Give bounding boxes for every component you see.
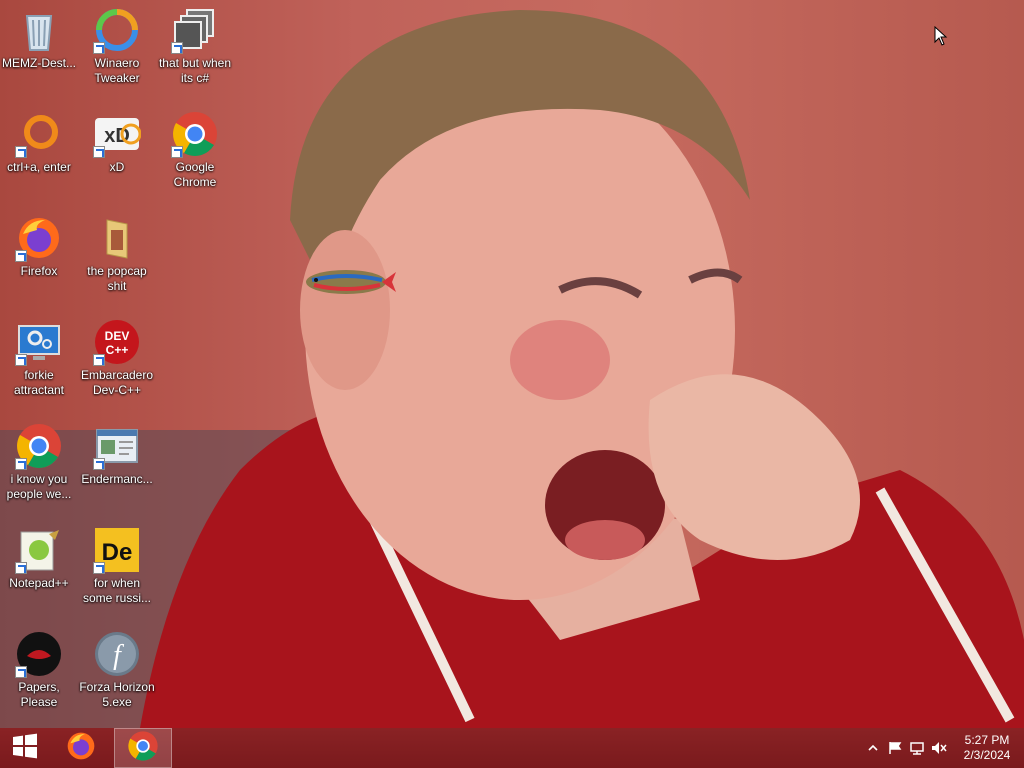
desktop-icon-label: MEMZ-Dest... (2, 56, 76, 70)
desktop-icon-label: forkie attractant (13, 368, 65, 397)
shortcut-arrow-icon (93, 42, 105, 54)
desktop-icon-label: i know you people we... (6, 472, 72, 501)
flag-icon[interactable] (884, 728, 906, 768)
desktop-icon-ctrl-a-enter[interactable]: ctrl+a, enter (0, 104, 78, 175)
recycle-bin-icon (15, 6, 63, 54)
desktop-icon-label: Endermanc... (81, 472, 153, 486)
svg-text:De: De (102, 539, 133, 566)
shortcut-arrow-icon (171, 146, 183, 158)
desktop-icon-label: Winaero Tweaker (94, 56, 140, 85)
desktop-icon-popcap[interactable]: the popcap shit (78, 208, 156, 294)
shortcut-arrow-icon (15, 666, 27, 678)
devcpp-icon: DEV C++ (93, 318, 141, 366)
desktop-icon-forkie-attractant[interactable]: forkie attractant (0, 312, 78, 398)
shortcut-arrow-icon (15, 354, 27, 366)
shortcut-arrow-icon (93, 458, 105, 470)
desktop-icon-i-know-you-people[interactable]: i know you people we... (0, 416, 78, 502)
desktop-icon-label: xD (109, 160, 125, 174)
chrome-icon (127, 730, 159, 767)
notepadpp-icon (15, 526, 63, 574)
desktop-icon-label: the popcap shit (87, 264, 147, 293)
shortcut-arrow-icon (15, 458, 27, 470)
taskbar: 5:27 PM 2/3/2024 (0, 728, 1024, 768)
mouse-cursor-icon (934, 25, 948, 51)
shortcut-arrow-icon (93, 146, 105, 158)
start-button[interactable] (0, 728, 50, 768)
shortcut-arrow-icon (15, 146, 27, 158)
chrome-icon (171, 110, 219, 158)
chevron-up-icon[interactable] (862, 728, 884, 768)
clock-date: 2/3/2024 (963, 748, 1011, 762)
desktop-icon-label: Notepad++ (9, 576, 69, 590)
svg-text:DEV: DEV (105, 329, 130, 343)
desktop-icon-label: Embarcadero Dev-C++ (80, 368, 154, 397)
desktop-icon-label: Forza Horizon 5.exe (79, 680, 155, 709)
network-icon[interactable] (906, 728, 928, 768)
system-tray: 5:27 PM 2/3/2024 (862, 728, 1024, 768)
desktop-icon-forza-horizon[interactable]: f Forza Horizon 5.exe (78, 624, 156, 710)
folder-icon (93, 214, 141, 262)
desktop-icon-memz[interactable]: MEMZ-Dest... (0, 0, 78, 71)
desktop-icon-endermanch[interactable]: Endermanc... (78, 416, 156, 487)
desktop-icon-google-chrome[interactable]: Google Chrome (156, 104, 234, 190)
clock-time: 5:27 PM (964, 733, 1010, 747)
desktop-icon-that-but-csharp[interactable]: that but when its c# (156, 0, 234, 86)
desktop-icon-label: Google Chrome (173, 160, 217, 189)
window-document-icon (93, 422, 141, 470)
shortcut-arrow-icon (171, 42, 183, 54)
desktop-icon-for-when-some-russi[interactable]: De for when some russi... (78, 520, 156, 606)
desktop-icon-notepadpp[interactable]: Notepad++ (0, 520, 78, 591)
shortcut-arrow-icon (15, 250, 27, 262)
taskbar-firefox-button[interactable] (52, 728, 110, 768)
volume-muted-icon[interactable] (928, 728, 950, 768)
winaero-tweaker-icon (93, 6, 141, 54)
stacked-windows-icon (171, 6, 219, 54)
desktop-icon-label: Papers, Please (18, 680, 60, 709)
desktop-icon-label: that but when its c# (158, 56, 232, 85)
shortcut-arrow-icon (93, 354, 105, 366)
desktop-icon-firefox[interactable]: Firefox (0, 208, 78, 279)
orange-ring-icon (15, 110, 63, 158)
firefox-icon (65, 730, 97, 767)
taskbar-clock[interactable]: 5:27 PM 2/3/2024 (950, 733, 1024, 763)
desktop-icon-papers-please[interactable]: Papers, Please (0, 624, 78, 710)
svg-text:C++: C++ (106, 343, 129, 357)
desktop-icon-label: ctrl+a, enter (7, 160, 71, 174)
desktop-icon-xd[interactable]: xD xD (78, 104, 156, 175)
shortcut-arrow-icon (15, 562, 27, 574)
taskbar-chrome-button[interactable] (114, 728, 172, 768)
chrome-icon (15, 422, 63, 470)
desktop-icon-devcpp[interactable]: DEV C++ Embarcadero Dev-C++ (78, 312, 156, 398)
desktop-icon-winaero-tweaker[interactable]: Winaero Tweaker (78, 0, 156, 86)
de-icon: De (93, 526, 141, 574)
monitor-gear-icon (15, 318, 63, 366)
fish-sprite (302, 266, 396, 298)
firefox-icon (15, 214, 63, 262)
papers-please-icon (15, 630, 63, 678)
desktop-icon-label: Firefox (20, 264, 58, 278)
hxd-icon: xD (93, 110, 142, 158)
windows-logo-icon (12, 733, 38, 764)
desktop-icon-label: for when some russi... (82, 576, 151, 605)
shortcut-arrow-icon (93, 562, 105, 574)
flash-icon: f (93, 630, 141, 678)
